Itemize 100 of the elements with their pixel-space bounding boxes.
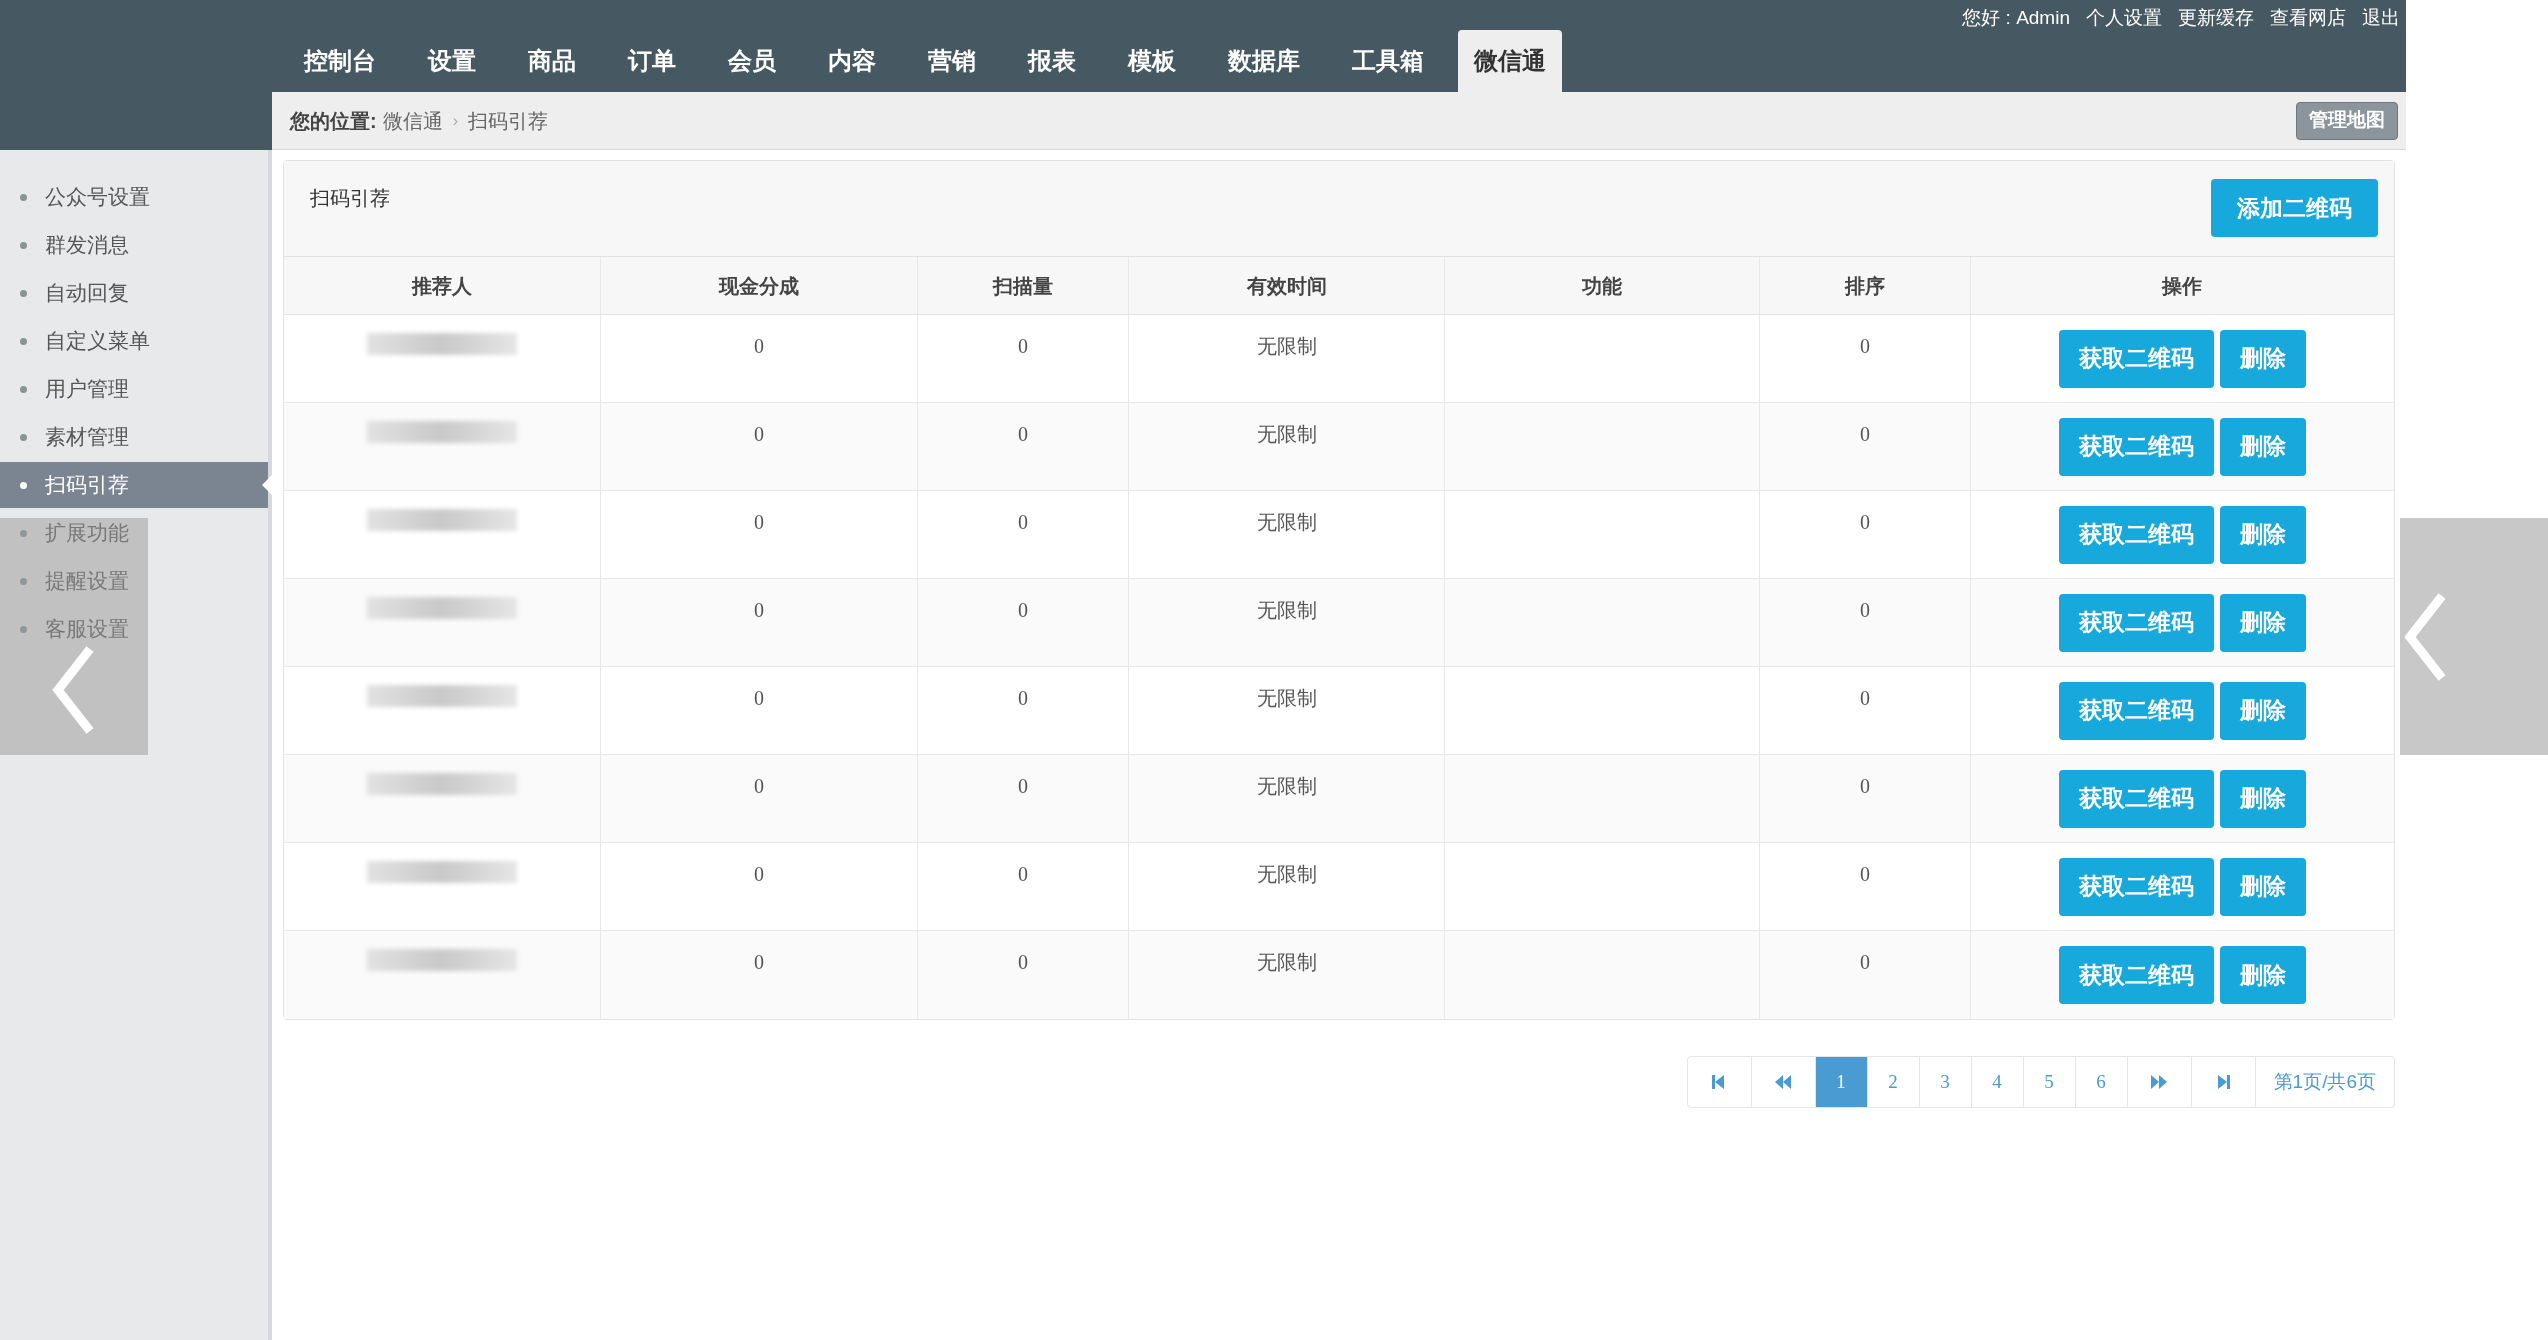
- column-header: 推荐人: [412, 273, 472, 299]
- page-button[interactable]: 5: [2023, 1057, 2076, 1107]
- table-cell-text: 0: [1018, 774, 1028, 799]
- delete-button[interactable]: 删除: [2219, 769, 2306, 828]
- sidebar-item[interactable]: 客服设置: [0, 606, 268, 652]
- column-header: 操作: [2162, 273, 2202, 299]
- column-header: 排序: [1845, 273, 1885, 299]
- table-cell-text: 0: [754, 686, 764, 711]
- sidebar-item[interactable]: 自定义菜单: [0, 318, 268, 364]
- table-cell-text: 0: [1018, 686, 1028, 711]
- table-cell-text: 0: [1860, 686, 1870, 711]
- column-header: 功能: [1582, 273, 1622, 299]
- get-qrcode-button[interactable]: 获取二维码: [2058, 505, 2214, 564]
- sidebar-item[interactable]: 群发消息: [0, 222, 268, 268]
- nav-tab[interactable]: 会员: [702, 30, 802, 92]
- breadcrumb-item[interactable]: 微信通: [382, 105, 443, 136]
- bullet-icon: [20, 193, 27, 201]
- page-info: 第1页/共6页: [2272, 1069, 2377, 1094]
- table-cell-text: 0: [754, 422, 764, 447]
- sidebar-item[interactable]: 扩展功能: [0, 510, 268, 556]
- delete-button[interactable]: 删除: [2219, 329, 2306, 388]
- table-cell-text: 无限制: [1256, 774, 1317, 799]
- nav-tab[interactable]: 订单: [602, 30, 702, 92]
- page-button[interactable]: 3: [1919, 1057, 1972, 1107]
- bullet-icon: [20, 289, 27, 297]
- sidebar-item-label: 客服设置: [45, 616, 129, 643]
- table-cell-text: 无限制: [1256, 334, 1317, 359]
- table-cell-text: 0: [1860, 774, 1870, 799]
- delete-button[interactable]: 删除: [2219, 593, 2306, 652]
- bullet-icon: [20, 241, 27, 249]
- top-link[interactable]: 查看网店: [2270, 4, 2346, 33]
- bullet-icon: [20, 529, 27, 537]
- nav-tab[interactable]: 营销: [902, 30, 1002, 92]
- get-qrcode-button[interactable]: 获取二维码: [2058, 329, 2214, 388]
- table-cell-text: 0: [1018, 334, 1028, 359]
- top-link[interactable]: 退出: [2362, 4, 2400, 33]
- table-cell-text: 0: [1018, 862, 1028, 887]
- sidebar-item[interactable]: 提醒设置: [0, 558, 268, 604]
- table-cell-text: 无限制: [1256, 950, 1317, 975]
- nav-tab[interactable]: 数据库: [1202, 30, 1326, 92]
- table-cell-text: 0: [1860, 598, 1870, 623]
- sidebar-item[interactable]: 自动回复: [0, 270, 268, 316]
- table-cell-text: 0: [1018, 950, 1028, 975]
- delete-button[interactable]: 删除: [2219, 946, 2306, 1004]
- table-cell-text: 无限制: [1256, 510, 1317, 535]
- table-cell-text: 无限制: [1256, 598, 1317, 623]
- table-cell-text: 0: [754, 774, 764, 799]
- next-page-icon: [2150, 1073, 2169, 1091]
- nav-tab[interactable]: 设置: [402, 30, 502, 92]
- sidebar-item-label: 自动回复: [45, 280, 129, 307]
- delete-button[interactable]: 删除: [2219, 857, 2306, 916]
- nav-tab[interactable]: 工具箱: [1326, 30, 1450, 92]
- nav-tab[interactable]: 商品: [502, 30, 602, 92]
- nav-tab[interactable]: 报表: [1002, 30, 1102, 92]
- nav-tab[interactable]: 控制台: [278, 30, 402, 92]
- table-cell-text: 0: [1860, 334, 1870, 359]
- get-qrcode-button[interactable]: 获取二维码: [2058, 946, 2214, 1004]
- column-header: 扫描量: [993, 273, 1053, 299]
- table-cell-text: 无限制: [1256, 686, 1317, 711]
- table-cell-text: 无限制: [1256, 862, 1317, 887]
- sidebar-item[interactable]: 用户管理: [0, 366, 268, 412]
- delete-button[interactable]: 删除: [2219, 681, 2306, 740]
- page-button[interactable]: 2: [1867, 1057, 1920, 1107]
- bullet-icon: [20, 385, 27, 393]
- sidebar-item-label: 用户管理: [45, 376, 129, 403]
- sidebar-item-label: 素材管理: [45, 424, 129, 451]
- get-qrcode-button[interactable]: 获取二维码: [2058, 769, 2214, 828]
- table-cell-text: 0: [1018, 598, 1028, 623]
- page-button[interactable]: 4: [1971, 1057, 2024, 1107]
- delete-button[interactable]: 删除: [2219, 417, 2306, 476]
- bullet-icon: [20, 625, 27, 633]
- sidebar-item-label: 公众号设置: [45, 184, 150, 211]
- page-button[interactable]: 6: [2075, 1057, 2128, 1107]
- delete-button[interactable]: 删除: [2219, 505, 2306, 564]
- add-qrcode-button[interactable]: 添加二维码: [2211, 179, 2378, 237]
- bullet-icon: [20, 577, 27, 585]
- sidebar-item[interactable]: 公众号设置: [0, 174, 268, 220]
- table-cell-text: 0: [1860, 422, 1870, 447]
- get-qrcode-button[interactable]: 获取二维码: [2058, 417, 2214, 476]
- get-qrcode-button[interactable]: 获取二维码: [2058, 857, 2214, 916]
- nav-tab[interactable]: 微信通: [1458, 30, 1562, 92]
- nav-tab[interactable]: 内容: [802, 30, 902, 92]
- site-map-button[interactable]: 管理地图: [2296, 101, 2398, 140]
- table-cell-text: 0: [1018, 422, 1028, 447]
- separator-icon: ›: [452, 108, 458, 133]
- get-qrcode-button[interactable]: 获取二维码: [2058, 681, 2214, 740]
- sidebar-item-label: 提醒设置: [45, 568, 129, 595]
- sidebar-item-label: 扫码引荐: [45, 472, 129, 499]
- sidebar-item-label: 群发消息: [45, 232, 129, 259]
- table-cell-text: 0: [754, 598, 764, 623]
- top-link[interactable]: 更新缓存: [2178, 4, 2254, 33]
- breadcrumb-item: 扫码引荐: [468, 108, 548, 134]
- get-qrcode-button[interactable]: 获取二维码: [2058, 593, 2214, 652]
- top-link[interactable]: 个人设置: [2086, 4, 2162, 33]
- sidebar-item[interactable]: 素材管理: [0, 414, 268, 460]
- column-header: 现金分成: [719, 273, 799, 299]
- nav-tab[interactable]: 模板: [1102, 30, 1202, 92]
- table-cell-text: 0: [754, 950, 764, 975]
- table-cell-text: 0: [1860, 950, 1870, 975]
- page-button[interactable]: 1: [1815, 1057, 1868, 1107]
